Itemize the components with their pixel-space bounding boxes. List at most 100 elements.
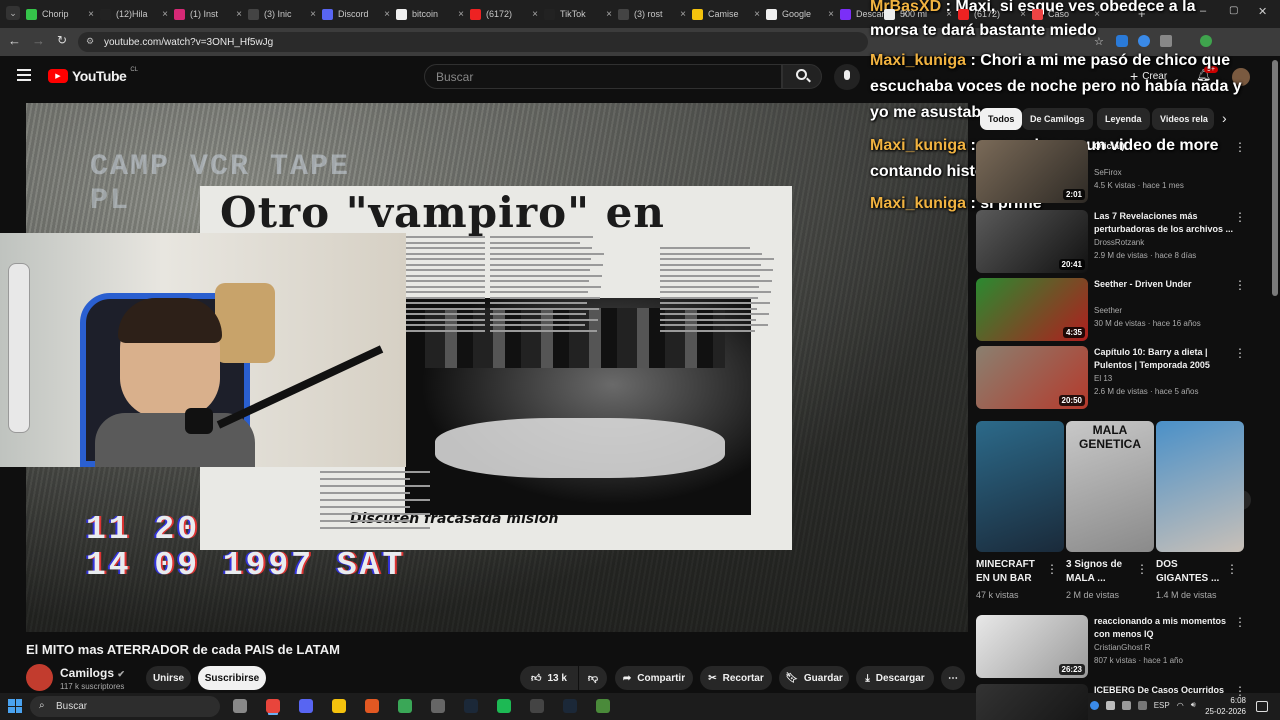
search-button[interactable]	[782, 64, 822, 89]
subscribe-button[interactable]: Suscribirse	[198, 666, 266, 690]
browser-tab[interactable]: (3) rost ×	[618, 3, 686, 25]
download-button[interactable]: ⤓ Descargar	[856, 666, 934, 690]
app-icon[interactable]	[596, 699, 610, 713]
task-view-icon[interactable]	[233, 699, 247, 713]
steam-icon[interactable]	[464, 699, 478, 713]
tab-close-icon[interactable]: ×	[946, 9, 952, 20]
browser-tab[interactable]: bitcoin ×	[396, 3, 464, 25]
save-button[interactable]: 🔖︎ Guardar	[779, 666, 849, 690]
browser-tab[interactable]: (6172) ×	[470, 3, 538, 25]
more-options-icon[interactable]: ⋮	[1234, 210, 1246, 224]
tab-close-icon[interactable]: ×	[236, 9, 242, 20]
video-channel[interactable]: CristianGhost R	[1094, 643, 1150, 652]
video-thumbnail[interactable]: 26:23	[976, 615, 1088, 678]
more-options-icon[interactable]: ⋮	[1234, 140, 1246, 154]
recommended-video[interactable]: 2:01 Oficial) SeFirox 4.5 K vistas · hace 1…	[976, 140, 1270, 204]
video-channel[interactable]: Seether	[1094, 306, 1122, 315]
browser-tab[interactable]: (3) Inic ×	[248, 3, 316, 25]
tab-close-icon[interactable]: ×	[162, 9, 168, 20]
join-button[interactable]: Unirse	[146, 666, 191, 690]
tab-close-icon[interactable]: ×	[680, 9, 686, 20]
recommended-video[interactable]: 20:41 Las 7 Revelaciones más perturbadora…	[976, 210, 1270, 274]
channel-avatar[interactable]	[26, 664, 53, 691]
minimize-icon[interactable]: –	[1200, 5, 1206, 17]
address-bar[interactable]: ⚙ youtube.com/watch?v=3ONH_Hf5wJg	[78, 32, 868, 52]
more-options-icon[interactable]: ⋮	[1234, 684, 1246, 698]
dislike-button[interactable]: 👎︎	[579, 666, 607, 690]
youtube-logo[interactable]: ▶ YouTube CL	[48, 67, 138, 84]
start-button[interactable]	[8, 699, 22, 713]
extensions-icons[interactable]: ☆	[1070, 35, 1250, 49]
video-title[interactable]: ICEBERG De Casos Ocurridos	[1094, 684, 1234, 697]
clip-button[interactable]: ✂ Recortar	[700, 666, 772, 690]
more-options-icon[interactable]: ⋮	[1234, 278, 1246, 292]
more-options-icon[interactable]: ⋮	[1234, 615, 1246, 629]
recommended-video[interactable]: ICEBERG De Casos Ocurridos ⋮	[976, 684, 1270, 720]
recommended-video[interactable]: 26:23 reaccionando a mis momentos con men…	[976, 615, 1270, 679]
filter-chip[interactable]: Leyenda	[1097, 108, 1150, 130]
app-icon[interactable]	[530, 699, 544, 713]
browser-tab[interactable]: Caso ×	[1032, 3, 1100, 25]
short-thumbnail[interactable]	[1156, 421, 1244, 552]
tab-close-icon[interactable]: ×	[1020, 9, 1026, 20]
file-explorer-icon[interactable]	[332, 699, 346, 713]
more-options-icon[interactable]: ⋮	[1046, 562, 1058, 576]
forward-icon[interactable]: →	[32, 33, 45, 48]
browser-tab[interactable]: 500 mi ×	[884, 3, 952, 25]
video-thumbnail[interactable]: 4:35	[976, 278, 1088, 341]
video-title[interactable]: Seether - Driven Under	[1094, 278, 1234, 291]
video-title[interactable]: Oficial)	[1094, 140, 1234, 153]
browser-tab[interactable]: Discord ×	[322, 3, 390, 25]
channel-name[interactable]: Camilogs ✔	[60, 666, 125, 680]
video-thumbnail[interactable]: 2:01	[976, 140, 1088, 203]
recommended-video[interactable]: 4:35 Seether - Driven Under Seether 30 M de…	[976, 278, 1270, 342]
site-info-icon[interactable]: ⚙	[86, 36, 94, 47]
browser-tab[interactable]: (12)Hila ×	[100, 3, 168, 25]
more-actions-button[interactable]: ⋯	[941, 666, 965, 690]
browser-tab[interactable]: Google ×	[766, 3, 834, 25]
tab-close-icon[interactable]: ×	[1094, 9, 1100, 20]
video-channel[interactable]: SeFirox	[1094, 168, 1122, 177]
browser-tab[interactable]: Chorip ×	[26, 3, 94, 25]
store-icon[interactable]	[398, 699, 412, 713]
app-icon[interactable]	[431, 699, 445, 713]
page-scrollbar[interactable]	[1272, 60, 1278, 296]
tab-close-icon[interactable]: ×	[88, 9, 94, 20]
filter-chip[interactable]: Todos	[980, 108, 1023, 130]
spotify-icon[interactable]	[497, 699, 511, 713]
share-button[interactable]: ➦ Compartir	[615, 666, 693, 690]
tab-search-icon[interactable]: ⌄	[6, 6, 20, 20]
video-channel[interactable]: DrossRotzank	[1094, 238, 1144, 247]
filter-chip[interactable]: Videos rela	[1152, 108, 1214, 130]
video-title[interactable]: reaccionando a mis momentos con menos IQ	[1094, 615, 1234, 641]
video-thumbnail[interactable]	[976, 684, 1088, 720]
tab-close-icon[interactable]: ×	[384, 9, 390, 20]
browser-tab[interactable]: Camise ×	[692, 3, 760, 25]
short-title[interactable]: DOS GIGANTES ...	[1156, 558, 1228, 586]
menu-icon[interactable]	[17, 69, 31, 81]
more-options-icon[interactable]: ⋮	[1136, 562, 1148, 576]
browser-tab[interactable]: (6172) ×	[958, 3, 1026, 25]
video-title[interactable]: Capítulo 10: Barry a dieta | Pulentos | …	[1094, 346, 1234, 372]
channel-name-text[interactable]: Camilogs	[60, 666, 114, 680]
short-thumbnail[interactable]	[976, 421, 1064, 552]
voice-search-button[interactable]	[834, 64, 860, 90]
browser-tab[interactable]: (1) Inst ×	[174, 3, 242, 25]
video-thumbnail[interactable]: 20:50	[976, 346, 1088, 409]
short-thumbnail[interactable]: MALA GENETICA	[1066, 421, 1154, 552]
video-channel[interactable]: El 13	[1094, 374, 1112, 383]
tab-close-icon[interactable]: ×	[532, 9, 538, 20]
close-window-icon[interactable]: ✕	[1258, 5, 1267, 18]
chips-next-icon[interactable]: ›	[1222, 110, 1227, 126]
like-button[interactable]: 👍︎ 13 k	[520, 666, 578, 690]
more-options-icon[interactable]: ⋮	[1226, 562, 1238, 576]
short-title[interactable]: 3 Signos de MALA ...	[1066, 558, 1138, 586]
video-title[interactable]: Las 7 Revelaciones más perturbadoras de …	[1094, 210, 1234, 236]
tab-close-icon[interactable]: ×	[458, 9, 464, 20]
tab-close-icon[interactable]: ×	[310, 9, 316, 20]
back-icon[interactable]: ←	[8, 33, 21, 48]
recommended-video[interactable]: 20:50 Capítulo 10: Barry a dieta | Pulent…	[976, 346, 1270, 410]
reload-icon[interactable]: ↻	[57, 33, 67, 47]
video-thumbnail[interactable]: 20:41	[976, 210, 1088, 273]
extension-icon[interactable]	[1138, 35, 1150, 47]
